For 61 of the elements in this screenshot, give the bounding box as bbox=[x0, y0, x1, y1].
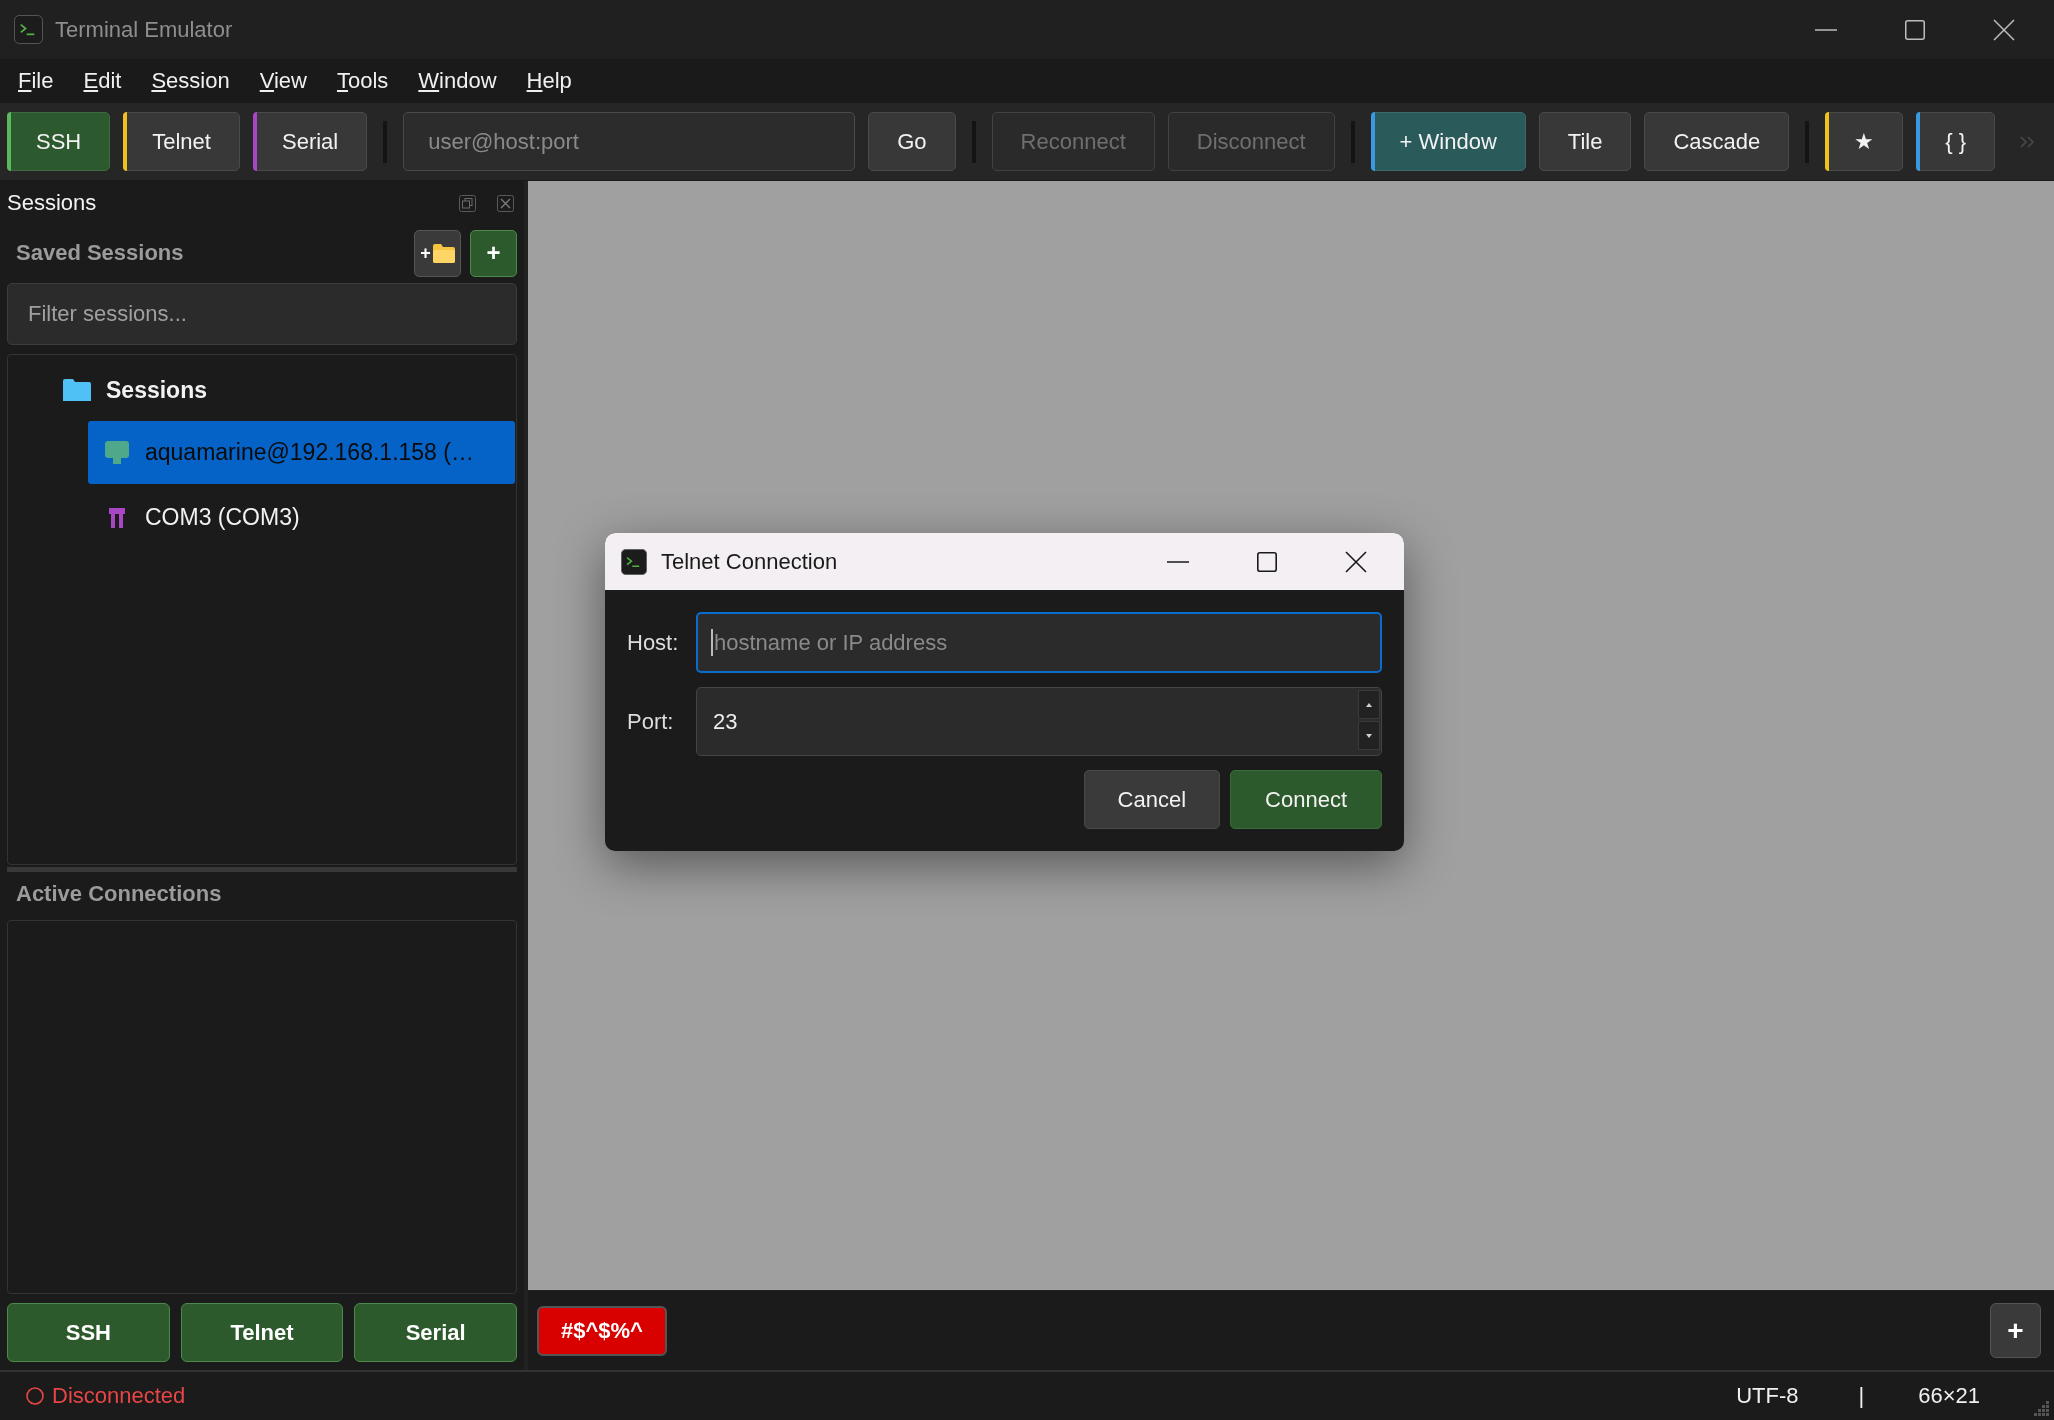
minimize-icon[interactable] bbox=[1167, 560, 1189, 563]
dialog-button[interactable]: Connect bbox=[1230, 770, 1382, 829]
menu-item[interactable]: Window bbox=[418, 68, 497, 94]
dialog-title: Telnet Connection bbox=[661, 548, 838, 575]
minimize-icon[interactable] bbox=[1815, 28, 1837, 31]
close-icon[interactable] bbox=[1993, 18, 2015, 41]
spin-up-button[interactable] bbox=[1358, 690, 1380, 719]
maximize-icon[interactable] bbox=[1257, 551, 1277, 572]
spin-down-button[interactable] bbox=[1358, 721, 1380, 750]
text-cursor-icon bbox=[711, 629, 713, 656]
quick-connect-button[interactable]: SSH bbox=[7, 1303, 170, 1362]
add-folder-button[interactable]: + bbox=[414, 229, 461, 277]
terminal-size-label: 66×21 bbox=[1918, 1383, 1980, 1409]
session-tab[interactable]: #$^$%^ bbox=[537, 1305, 667, 1356]
folder-icon bbox=[63, 379, 91, 401]
quick-connect-button[interactable]: Telnet bbox=[180, 1303, 344, 1362]
folder-icon bbox=[432, 243, 455, 263]
maximize-icon[interactable] bbox=[1905, 19, 1925, 40]
close-icon[interactable] bbox=[1345, 550, 1367, 573]
toolbar-button[interactable]: Cascade bbox=[1644, 112, 1790, 171]
monitor-icon bbox=[105, 441, 129, 464]
toolbar-button[interactable]: { } bbox=[1916, 112, 1996, 171]
add-session-button[interactable]: + bbox=[470, 229, 517, 277]
plug-icon bbox=[109, 507, 125, 528]
menu-item[interactable]: Session bbox=[151, 68, 230, 94]
toolbar-button[interactable]: ★ bbox=[1825, 112, 1904, 171]
menu-item[interactable]: Edit bbox=[83, 68, 122, 94]
toolbar-button[interactable]: Serial bbox=[252, 112, 368, 171]
field-label: Port: bbox=[627, 708, 675, 735]
caret-up-icon bbox=[1366, 702, 1372, 707]
tree-item[interactable]: COM3 (COM3) bbox=[88, 486, 515, 549]
field-label: Host: bbox=[627, 629, 680, 656]
toolbar-button[interactable]: Tile bbox=[1538, 112, 1632, 171]
terminal-icon bbox=[621, 548, 647, 575]
menu-item[interactable]: Tools bbox=[337, 68, 389, 94]
window-title: Terminal Emulator bbox=[55, 16, 233, 43]
toolbar-button[interactable]: + Window bbox=[1370, 112, 1526, 171]
host-field[interactable]: hostname or IP address bbox=[696, 612, 1382, 673]
encoding-label: UTF-8 bbox=[1736, 1383, 1799, 1409]
restore-icon[interactable] bbox=[459, 194, 476, 212]
section-heading: Active Connections bbox=[16, 880, 222, 907]
menu-item[interactable]: View bbox=[259, 68, 307, 94]
quick-connect-button[interactable]: Serial bbox=[354, 1303, 517, 1362]
panel-title: Sessions bbox=[7, 190, 97, 216]
toolbar-button[interactable]: SSH bbox=[7, 112, 111, 171]
address-field[interactable]: user@host:port bbox=[403, 112, 856, 171]
section-heading: Saved Sessions bbox=[16, 240, 184, 266]
toolbar-button[interactable]: Go bbox=[868, 112, 956, 171]
menu-item[interactable]: File bbox=[18, 68, 54, 94]
toolbar-button[interactable]: Telnet bbox=[123, 112, 240, 171]
caret-down-icon bbox=[1366, 733, 1372, 738]
filter-field[interactable]: Filter sessions... bbox=[7, 283, 517, 345]
new-tab-button[interactable]: + bbox=[1990, 1303, 2041, 1358]
connection-status: Disconnected bbox=[52, 1383, 186, 1409]
dialog-button[interactable]: Cancel bbox=[1083, 770, 1221, 829]
menu-item[interactable]: Help bbox=[526, 68, 572, 94]
resize-grip-icon[interactable] bbox=[2034, 1401, 2050, 1417]
port-field[interactable]: 23 bbox=[696, 687, 1382, 756]
tree-item[interactable]: Sessions bbox=[8, 359, 516, 421]
terminal-icon bbox=[14, 15, 43, 44]
separator-text: | bbox=[1858, 1383, 1865, 1409]
